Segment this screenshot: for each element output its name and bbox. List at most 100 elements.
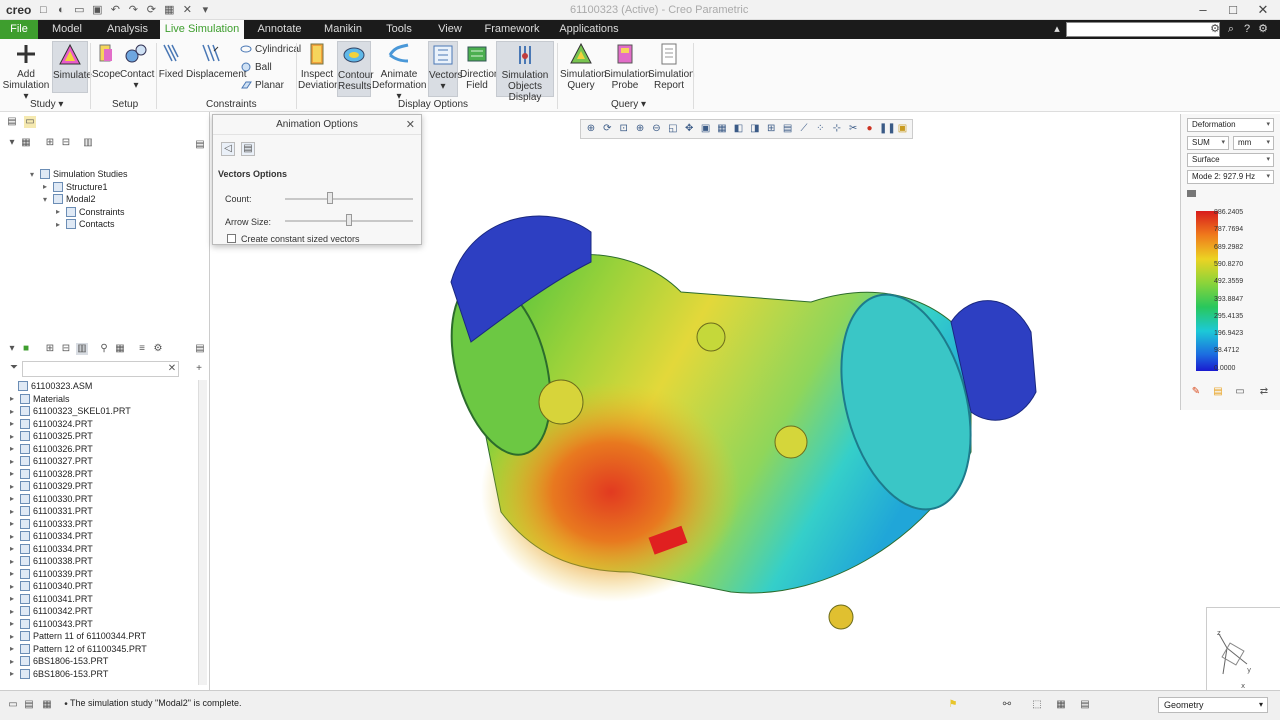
legend-collapse-icon[interactable] — [1187, 190, 1196, 197]
tree-toggle-icon[interactable]: ▸ — [10, 544, 20, 553]
model-tree-item[interactable]: ▸ 61100330.PRT — [10, 493, 93, 504]
model-tree-search-input[interactable] — [22, 361, 179, 377]
clear-search-icon[interactable]: ✕ — [166, 363, 178, 375]
zoom-window-icon[interactable]: ⊡ — [617, 122, 631, 136]
model-tree-item[interactable]: ▸ 61100325.PRT — [10, 431, 93, 441]
tree-toggle-icon[interactable]: ▸ — [10, 469, 20, 478]
selection-list-icon[interactable]: ▤ — [1078, 699, 1092, 713]
tree-toggle-icon[interactable]: ▸ — [10, 457, 20, 466]
tree-toggle-icon[interactable]: ▸ — [10, 557, 20, 566]
settings-gear-icon[interactable]: ⚙ — [1208, 22, 1222, 37]
section-icon[interactable]: ⊞ — [764, 122, 778, 136]
count-slider-thumb[interactable] — [326, 192, 333, 204]
model-tree-tab-icon[interactable]: ▤ — [6, 116, 18, 128]
graphics-only-icon[interactable]: ▭ — [6, 699, 20, 713]
tree-toggle-icon[interactable]: ▸ — [10, 519, 20, 528]
settings-icon[interactable]: ⚙ — [1256, 22, 1270, 37]
tree-toggle-icon[interactable]: ▸ — [56, 207, 66, 216]
direction-field-button[interactable]: Direction Field — [460, 41, 499, 91]
collapse-ribbon-icon[interactable]: ▴ — [1050, 22, 1064, 37]
tree-toggle-icon[interactable]: ▸ — [10, 407, 20, 416]
tree-toggle-icon[interactable]: ▸ — [10, 582, 20, 591]
model-tree-item[interactable]: ▸ 61100342.PRT — [10, 606, 93, 616]
add-simulation-button[interactable]: Add Simulation ▾ — [2, 41, 50, 102]
record-icon[interactable]: ● — [863, 122, 877, 136]
sim-tree-item[interactable]: ▾ Simulation Studies — [30, 169, 128, 179]
regenerate-icon[interactable]: ⟳ — [145, 4, 157, 16]
tab-model[interactable]: Model — [42, 20, 92, 39]
view-manager-icon[interactable]: ▣ — [699, 122, 713, 136]
tree-toggle-icon[interactable]: ▸ — [10, 482, 20, 491]
annotation-display-icon[interactable]: ✂ — [846, 122, 860, 136]
view-triad[interactable]: z y x — [1206, 607, 1280, 690]
model-tree-item[interactable]: ▸ 6BS1806-153.PRT — [10, 668, 108, 679]
selection-filter-dropdown[interactable]: Geometry ▾ — [1158, 697, 1268, 713]
folder-browser-tab-icon[interactable]: ▭ — [24, 116, 36, 128]
tree-columns-icon[interactable]: ▦ — [114, 343, 126, 355]
simulation-query-button[interactable]: Simulation Query — [560, 41, 607, 91]
smart-select-icon[interactable]: ▦ — [1054, 699, 1068, 713]
tree-toggle-icon[interactable]: ▸ — [10, 619, 20, 628]
query-group-label[interactable]: Query ▾ — [611, 99, 646, 110]
model-tree-item[interactable]: ▸ 61100334.PRT — [10, 543, 93, 554]
model-tree-scrollbar[interactable] — [198, 380, 207, 685]
save-icon[interactable]: ▣ — [91, 4, 103, 16]
minimize-button[interactable]: – — [1188, 1, 1218, 19]
customize-quick-access-icon[interactable]: ▾ — [199, 4, 211, 16]
model-tree-item[interactable]: ▸ 61100334.PRT — [10, 531, 93, 541]
tree-toggle-icon[interactable]: ▸ — [10, 494, 20, 503]
tab-framework[interactable]: Framework — [480, 20, 544, 39]
tree-columns-icon[interactable]: ▥ — [82, 137, 94, 149]
plane-display-icon[interactable]: ▤ — [781, 122, 795, 136]
legend-settings-icon[interactable]: ✎ — [1189, 386, 1203, 400]
close-window-icon[interactable]: ✕ — [181, 4, 193, 16]
vectors-tool-icon[interactable]: ▤ — [241, 142, 255, 156]
display-style-icon[interactable]: ◧ — [732, 122, 746, 136]
tree-filter-icon[interactable]: ⚲ — [98, 343, 110, 355]
model-tree-item[interactable]: 61100323.ASM — [8, 381, 92, 391]
new-file-icon[interactable]: □ — [37, 4, 49, 16]
tab-tools[interactable]: Tools — [378, 20, 420, 39]
tree-toggle-icon[interactable]: ▾ — [30, 170, 40, 179]
tree-toggle-icon[interactable]: ▸ — [10, 669, 20, 678]
animation-options-icon[interactable]: ▣ — [896, 122, 910, 136]
tree-toggle-icon[interactable]: ▸ — [10, 594, 20, 603]
refit-icon[interactable]: ⊕ — [584, 122, 598, 136]
sim-tree-item[interactable]: ▾ Modal2 — [43, 194, 96, 204]
copy-legend-icon[interactable]: ▭ — [1233, 386, 1247, 400]
model-tree-item[interactable]: ▸ 61100328.PRT — [10, 468, 93, 479]
model-tree-item[interactable]: ▸ Pattern 12 of 61100345.PRT — [10, 643, 147, 654]
color-scale-icon[interactable]: ▤ — [1211, 386, 1225, 400]
zoom-out-icon[interactable]: ⊖ — [650, 122, 664, 136]
undo-icon[interactable]: ↶ — [109, 4, 121, 16]
model-tree-item[interactable]: ▸ Materials — [10, 393, 70, 404]
zoom-in-icon[interactable]: ⊕ — [633, 122, 647, 136]
tree-filter-icon[interactable]: ▾ — [6, 137, 18, 149]
layer-icon[interactable]: ▥ — [76, 343, 88, 355]
split-view-icon[interactable]: ▤ — [22, 699, 36, 713]
vectors-button[interactable]: Vectors ▾ — [428, 41, 462, 97]
tab-view[interactable]: View — [430, 20, 470, 39]
tab-analysis[interactable]: Analysis — [100, 20, 155, 39]
help-icon[interactable]: ? — [1240, 22, 1254, 37]
redo-icon[interactable]: ↷ — [127, 4, 139, 16]
model-tree-item[interactable]: ▸ 61100326.PRT — [10, 443, 93, 454]
panel-options-icon[interactable]: ▤ — [194, 139, 206, 151]
tree-toggle-icon[interactable]: ▸ — [10, 632, 20, 641]
tab-live-simulation[interactable]: Live Simulation — [160, 20, 244, 39]
animate-deformation-button[interactable]: Animate Deformation ▾ — [372, 41, 426, 102]
tree-toggle-icon[interactable]: ▸ — [10, 607, 20, 616]
model-tree-item[interactable]: ▸ 61100341.PRT — [10, 593, 93, 604]
add-filter-icon[interactable]: + — [193, 363, 205, 375]
close-icon[interactable]: ✕ — [406, 118, 415, 131]
command-search-input[interactable] — [1066, 22, 1220, 37]
collapse-all-icon[interactable]: ⊟ — [60, 343, 72, 355]
model-tree-item[interactable]: ▸ 61100327.PRT — [10, 456, 93, 466]
tree-collapse-icon[interactable]: ⊟ — [60, 137, 72, 149]
axis-display-icon[interactable]: ⟋ — [797, 122, 811, 136]
tree-toggle-icon[interactable]: ▸ — [10, 432, 20, 441]
flag-icon[interactable]: ⚑ — [946, 699, 960, 713]
binoculars-icon[interactable]: ⚯ — [1000, 699, 1014, 713]
open-folder-icon[interactable]: ▭ — [73, 4, 85, 16]
point-display-icon[interactable]: ⁘ — [813, 122, 827, 136]
